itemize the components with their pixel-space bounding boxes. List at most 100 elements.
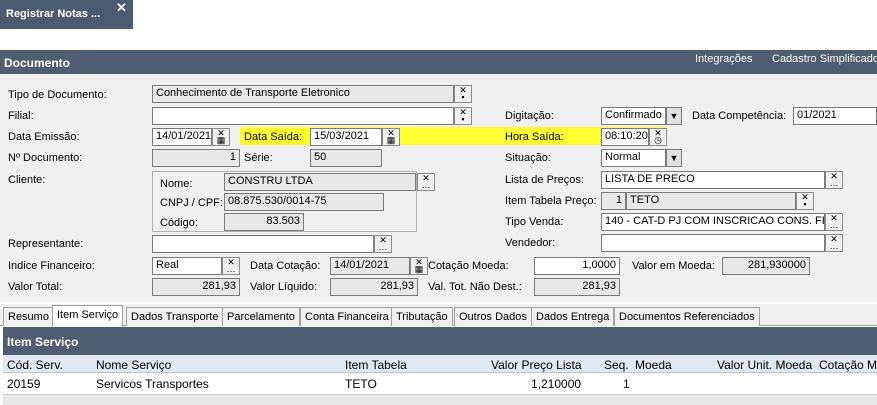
data-cotacao-calendar-icon[interactable]: ✕ ▦ xyxy=(410,257,428,275)
filial-label: Filial: xyxy=(8,110,34,122)
table-row[interactable]: 20159 Servicos Transportes TETO 1,210000… xyxy=(3,374,877,394)
situacao-select[interactable]: Normal xyxy=(601,149,666,167)
lista-precos-label: Lista de Preços: xyxy=(505,174,584,186)
tab-item-servico[interactable]: Item Serviço xyxy=(52,305,124,327)
tipo-documento-lookup-icon[interactable]: ✕ ▪ xyxy=(454,85,472,103)
cliente-lookup-icon[interactable]: ✕… xyxy=(417,173,435,191)
data-emissao-field[interactable]: 14/01/2021 xyxy=(152,128,212,146)
filial-lookup-icon[interactable]: ✕ ▪ xyxy=(454,107,472,125)
document-title: Documento xyxy=(4,56,70,70)
col-cotacao-moeda[interactable]: Cotação M xyxy=(819,358,877,372)
hora-saida-field[interactable]: 08:10:20 xyxy=(601,128,649,146)
data-competencia-field[interactable]: 01/2021 xyxy=(793,107,877,125)
item-tabela-preco-lookup-icon[interactable]: ✕ ▪ xyxy=(796,192,814,210)
data-emissao-label: Data Emissão: xyxy=(8,131,80,143)
grid-scrollbar[interactable] xyxy=(3,394,877,405)
tab-parcelamento[interactable]: Parcelamento xyxy=(222,307,300,326)
cliente-nome-label: Nome: xyxy=(160,178,193,190)
document-header: Documento Integrações Cadastro Simplific… xyxy=(0,50,877,74)
digitacao-chevron-down-icon[interactable]: ▼ xyxy=(666,107,682,125)
item-tabela-preco-field[interactable]: TETO xyxy=(626,192,796,210)
indice-financeiro-lookup-icon[interactable]: ✕… xyxy=(222,257,240,275)
valor-total-field: 281,93 xyxy=(152,278,240,296)
data-cotacao-label: Data Cotação: xyxy=(250,260,321,272)
cliente-codigo-field: 83.503 xyxy=(224,213,304,231)
window-tab-title: Registrar Notas ... xyxy=(6,8,101,20)
num-documento-label: Nº Documento: xyxy=(8,152,83,164)
col-cod-serv[interactable]: Cód. Serv. xyxy=(7,358,63,372)
tab-dados-transporte[interactable]: Dados Transporte xyxy=(126,307,224,326)
serie-field[interactable]: 50 xyxy=(310,149,382,167)
indice-financeiro-label: Indice Financeiro: xyxy=(8,260,95,272)
filial-field[interactable] xyxy=(152,107,454,125)
val-tot-nao-dest-label: Val. Tot. Não Dest.: xyxy=(428,281,522,293)
representante-field[interactable] xyxy=(152,235,374,253)
cell-nome-servico: Servicos Transportes xyxy=(96,377,209,391)
data-emissao-calendar-icon[interactable]: ✕ ▦ xyxy=(212,128,230,146)
section-tabs: Resumo Item Serviço Dados Transporte Par… xyxy=(0,304,877,327)
serie-label: Série: xyxy=(244,152,273,164)
item-servico-header: Item Serviço xyxy=(3,327,877,355)
data-saida-field[interactable]: 15/03/2021 xyxy=(310,128,382,146)
digitacao-select[interactable]: Confirmado xyxy=(601,107,666,125)
cell-seq: 1 xyxy=(623,377,630,391)
item-servico-title: Item Serviço xyxy=(7,335,79,349)
item-tabela-preco-label: Item Tabela Preço: xyxy=(505,195,597,207)
grid-header: Cód. Serv. Nome Serviço Item Tabela Valo… xyxy=(3,355,877,373)
integracoes-link[interactable]: Integrações xyxy=(695,53,752,65)
cliente-label: Cliente: xyxy=(8,174,46,186)
col-valor-unit-moeda[interactable]: Valor Unit. Moeda xyxy=(717,358,812,372)
situacao-label: Situação: xyxy=(505,152,551,164)
situacao-chevron-down-icon[interactable]: ▼ xyxy=(666,149,682,167)
hora-saida-clock-icon[interactable]: ✕ ◷ xyxy=(649,128,667,146)
lista-precos-lookup-icon[interactable]: ✕… xyxy=(825,171,843,189)
cliente-cnpj-field: 08.875.530/0014-75 xyxy=(224,193,384,211)
cliente-cnpj-label: CNPJ / CPF: xyxy=(160,197,223,209)
hora-saida-label: Hora Saída: xyxy=(505,131,564,143)
tab-outros-dados[interactable]: Outros Dados xyxy=(454,307,532,326)
indice-financeiro-field[interactable]: Real xyxy=(152,257,222,275)
cotacao-moeda-label: Cotação Moeda: xyxy=(428,260,509,272)
data-saida-label: Data Saída: xyxy=(244,131,303,143)
valor-total-label: Valor Total: xyxy=(8,281,63,293)
cliente-nome-field[interactable]: CONSTRU LTDA xyxy=(224,173,416,191)
tab-resumo[interactable]: Resumo xyxy=(3,307,54,326)
tipo-documento-field[interactable]: Conhecimento de Transporte Eletronico xyxy=(152,85,454,103)
col-seq[interactable]: Seq. xyxy=(604,358,629,372)
valor-liquido-field: 281,93 xyxy=(330,278,418,296)
num-documento-field[interactable]: 1 xyxy=(152,149,240,167)
tipo-venda-field[interactable]: 140 - CAT-D PJ COM INSCRICAO CONS. FINA xyxy=(601,213,825,231)
cell-valor-preco-lista: 1,210000 xyxy=(531,377,582,391)
tab-tributacao[interactable]: Tributação xyxy=(391,307,453,326)
data-competencia-label: Data Competência: xyxy=(692,110,787,122)
cliente-codigo-label: Código: xyxy=(160,217,198,229)
cell-item-tabela: TETO xyxy=(345,377,377,391)
representante-lookup-icon[interactable]: ✕… xyxy=(374,235,392,253)
vendedor-field[interactable] xyxy=(601,234,825,252)
tab-documentos-referenciados[interactable]: Documentos Referenciados xyxy=(614,307,760,326)
data-cotacao-field[interactable]: 14/01/2021 xyxy=(330,257,410,275)
window-tab-registrar-notas[interactable]: Registrar Notas ... ✕ xyxy=(0,0,133,29)
data-saida-calendar-icon[interactable]: ✕ ▦ xyxy=(382,128,400,146)
col-item-tabela[interactable]: Item Tabela xyxy=(345,358,407,372)
vendedor-lookup-icon[interactable]: ✕… xyxy=(825,234,843,252)
lista-precos-field[interactable]: LISTA DE PRECO xyxy=(601,171,825,189)
valor-em-moeda-label: Valor em Moeda: xyxy=(632,260,715,272)
digitacao-label: Digitação: xyxy=(505,110,554,122)
tipo-venda-lookup-icon[interactable]: ✕… xyxy=(825,213,843,231)
representante-label: Representante: xyxy=(8,238,84,250)
cotacao-moeda-field[interactable]: 1,0000 xyxy=(534,257,620,275)
tab-dados-entrega[interactable]: Dados Entrega xyxy=(531,307,615,326)
vendedor-label: Vendedor: xyxy=(505,237,556,249)
col-valor-preco-lista[interactable]: Valor Preço Lista xyxy=(491,358,582,372)
col-moeda[interactable]: Moeda xyxy=(635,358,672,372)
tab-conta-financeira[interactable]: Conta Financeira xyxy=(300,307,394,326)
cadastro-simplificado-link[interactable]: Cadastro Simplificado( xyxy=(772,53,877,65)
col-nome-servico[interactable]: Nome Serviço xyxy=(96,358,171,372)
tipo-documento-label: Tipo de Documento: xyxy=(8,89,107,101)
tipo-venda-label: Tipo Venda: xyxy=(505,216,564,228)
cell-cod-serv: 20159 xyxy=(7,377,41,391)
item-tabela-preco-num[interactable]: 1 xyxy=(601,192,626,210)
close-icon[interactable]: ✕ xyxy=(116,0,127,16)
valor-em-moeda-field: 281,930000 xyxy=(722,257,810,275)
